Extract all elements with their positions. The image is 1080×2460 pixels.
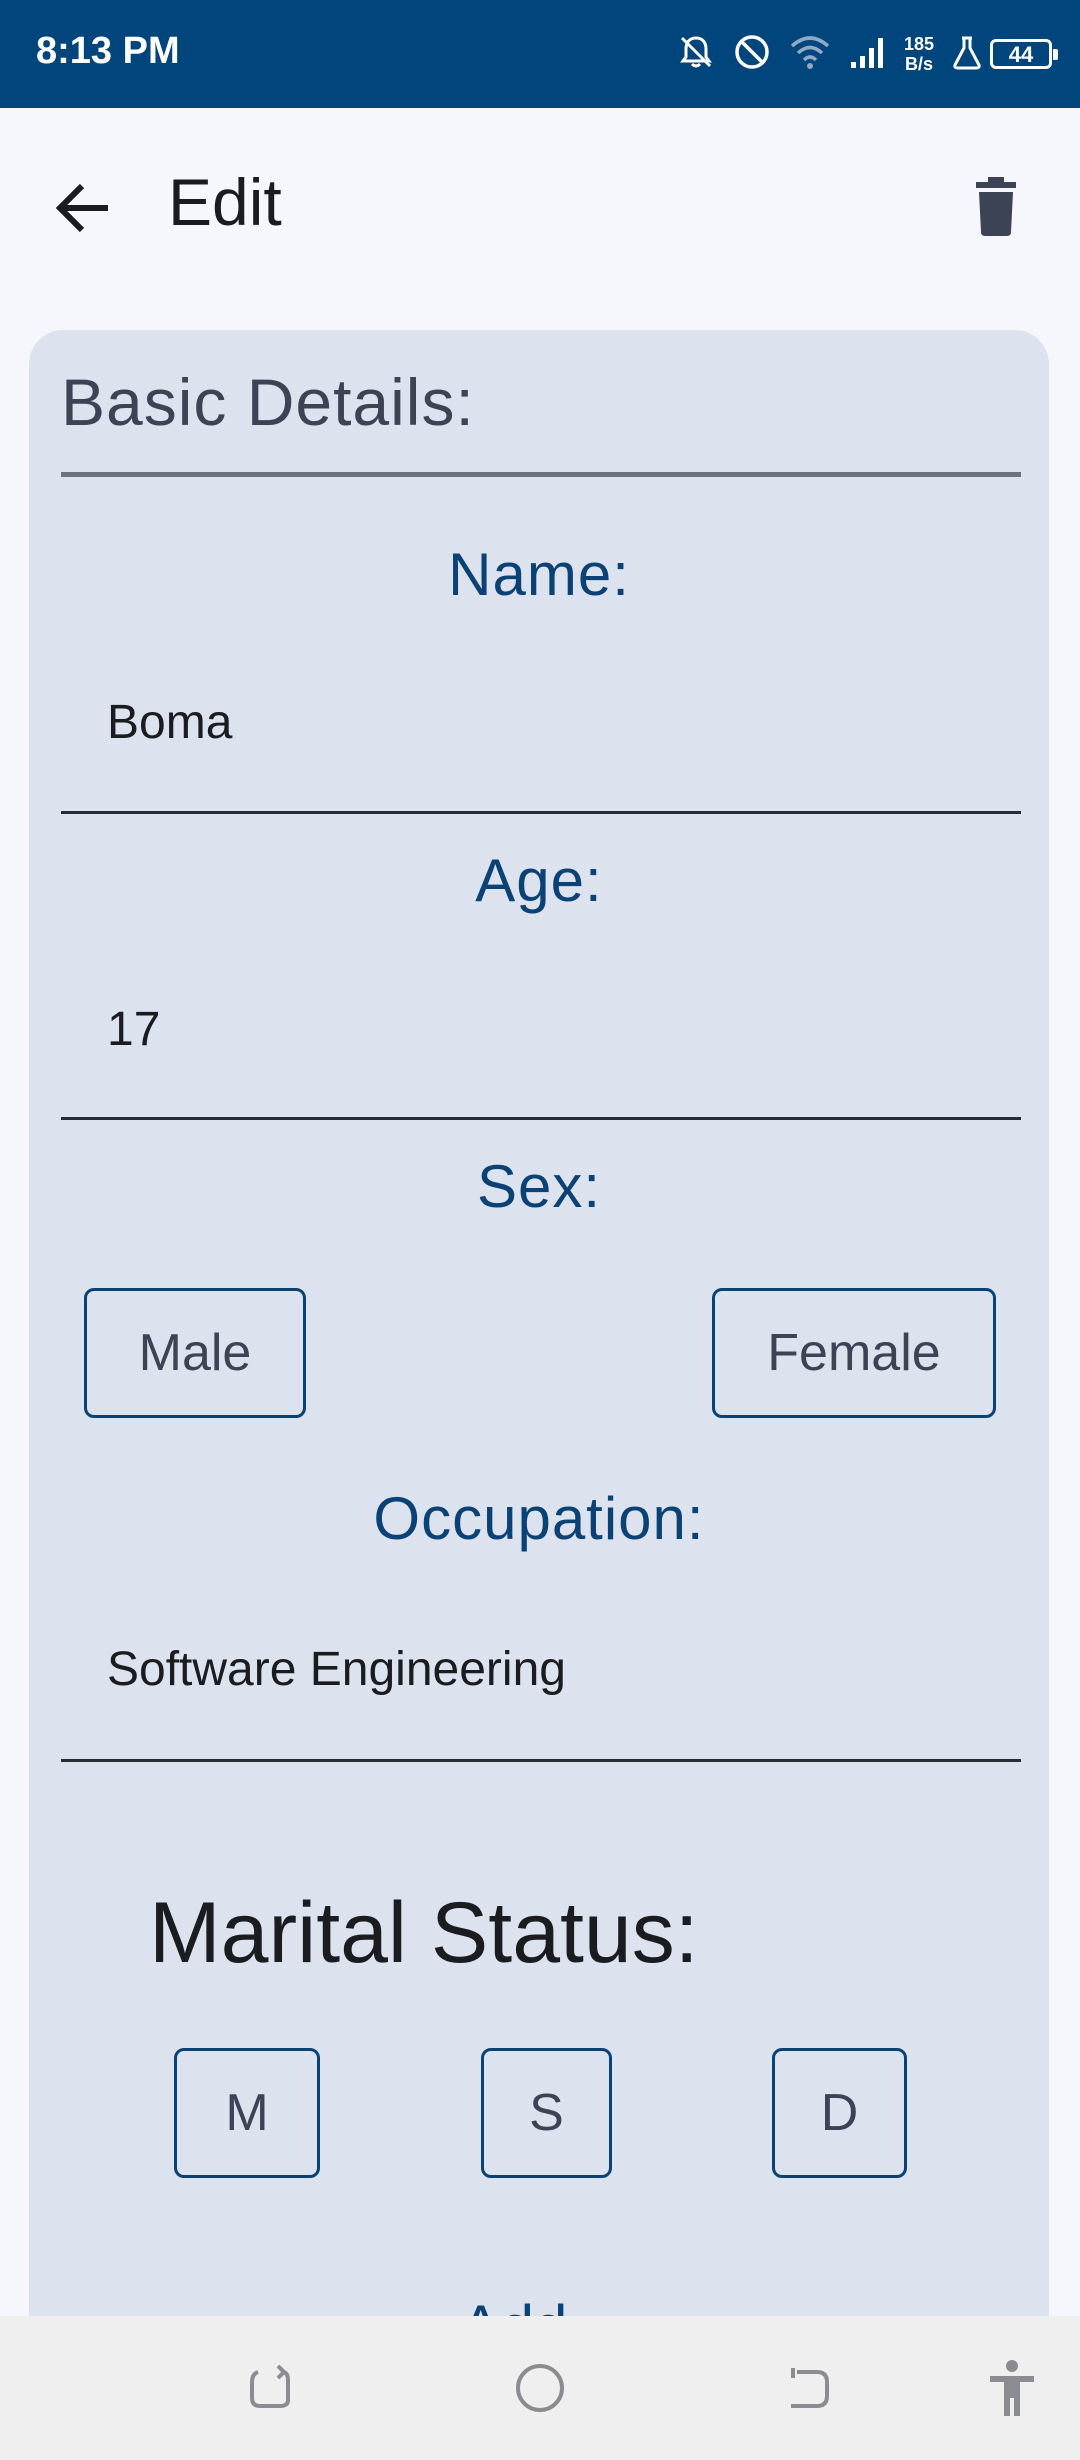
status-icons: 185 B/s 44 bbox=[660, 28, 1058, 80]
bell-off-icon bbox=[676, 32, 716, 77]
home-button[interactable] bbox=[508, 2356, 572, 2420]
system-nav-bar bbox=[0, 2316, 1080, 2460]
lab-flask-icon bbox=[950, 32, 984, 77]
sex-female-button[interactable]: Female bbox=[712, 1288, 996, 1418]
arrow-left-icon bbox=[55, 183, 108, 233]
sex-label: Sex: bbox=[476, 1153, 602, 1220]
sex-male-button[interactable]: Male bbox=[84, 1288, 306, 1418]
occupation-field[interactable]: Software Engineering bbox=[107, 1642, 566, 1697]
battery-icon: 44 bbox=[990, 39, 1058, 69]
section-title: Basic Details: bbox=[61, 365, 475, 439]
back-nav-button[interactable] bbox=[775, 2356, 839, 2420]
accessibility-icon bbox=[990, 2360, 1034, 2416]
back-nav-icon bbox=[791, 2368, 829, 2408]
battery-level: 44 bbox=[1008, 42, 1034, 67]
marital-married-button[interactable]: M bbox=[174, 2048, 320, 2178]
marital-divorced-button[interactable]: D bbox=[772, 2048, 907, 2178]
page-title: Edit bbox=[168, 165, 282, 239]
name-field[interactable]: Boma bbox=[107, 695, 232, 750]
occupation-label: Occupation: bbox=[373, 1485, 705, 1552]
age-field[interactable]: 17 bbox=[107, 1002, 160, 1057]
trash-icon bbox=[976, 177, 1016, 236]
marital-status-label: Marital Status: bbox=[149, 1885, 699, 1981]
age-underline bbox=[61, 1117, 1021, 1120]
occupation-underline bbox=[61, 1759, 1021, 1762]
back-button[interactable] bbox=[52, 176, 116, 240]
marital-single-button[interactable]: S bbox=[481, 2048, 612, 2178]
recent-apps-button[interactable] bbox=[238, 2356, 302, 2420]
status-time: 8:13 PM bbox=[36, 30, 180, 72]
net-speed-unit: B/s bbox=[904, 54, 933, 74]
do-not-disturb-icon bbox=[732, 32, 772, 77]
accessibility-button[interactable] bbox=[980, 2356, 1044, 2420]
net-speed-value: 185 bbox=[903, 34, 934, 54]
app-bar: Edit bbox=[0, 108, 1080, 304]
home-icon bbox=[516, 2364, 564, 2412]
delete-button[interactable] bbox=[964, 174, 1028, 238]
name-underline bbox=[61, 811, 1021, 814]
net-speed: 185 B/s bbox=[904, 34, 934, 74]
signal-icon bbox=[848, 32, 888, 77]
name-label: Name: bbox=[448, 541, 630, 608]
basic-details-card: Basic Details: Name: Boma Age: 17 Sex: M… bbox=[29, 330, 1049, 2380]
age-label: Age: bbox=[475, 847, 603, 914]
recent-apps-icon bbox=[250, 2364, 290, 2408]
status-bar: 8:13 PM 185 B/s 44 bbox=[0, 0, 1080, 108]
wifi-icon bbox=[788, 32, 832, 77]
section-divider bbox=[61, 472, 1021, 477]
